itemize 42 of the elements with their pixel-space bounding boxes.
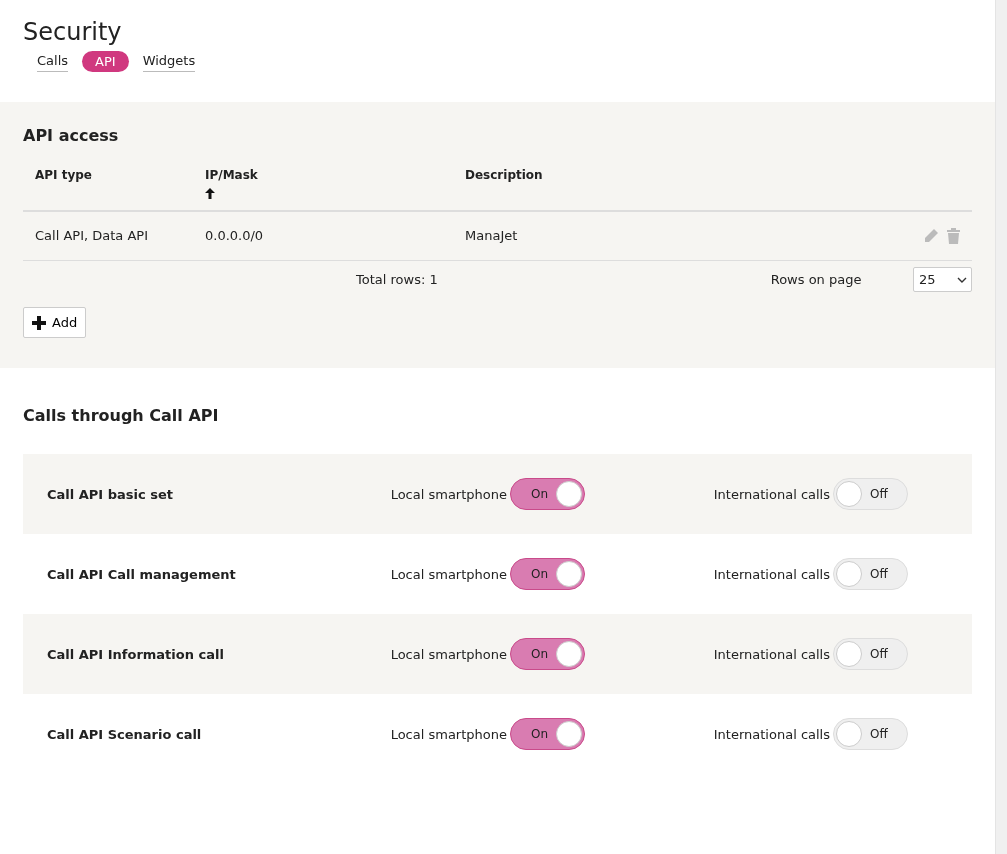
table-cell-text: Call API, Data API (34, 227, 149, 246)
rows-per-page-select[interactable]: 25 (913, 267, 972, 293)
toggle-label: International calls (713, 645, 830, 664)
toggle-switch[interactable]: On (510, 558, 585, 591)
setting-name: Call API Call management (47, 565, 237, 584)
setting-name: Call API Scenario call (47, 725, 203, 744)
add-button[interactable]: Add (23, 306, 87, 339)
toggle-label: International calls (713, 725, 830, 744)
setting-name: Call API basic set (47, 485, 174, 504)
toggle-switch[interactable]: On (510, 638, 585, 671)
toggle-label: Local smartphone (390, 725, 507, 744)
tab[interactable]: Calls (37, 51, 69, 72)
toggle-switch[interactable]: Off (833, 718, 908, 751)
toggle-label: International calls (713, 565, 830, 584)
pencil-icon[interactable] (923, 228, 939, 245)
toggle-switch[interactable]: Off (833, 478, 908, 511)
plus-icon (32, 315, 46, 330)
column-header[interactable]: API type (35, 166, 92, 185)
toggle-switch[interactable]: On (510, 718, 585, 751)
table-cell-text: 0.0.0.0/0 (204, 227, 265, 246)
section-title: Calls through Call API (23, 405, 220, 428)
total-rows-text: Total rows: 1 (356, 271, 438, 290)
section-title: API access (23, 125, 120, 148)
toggle-label: Local smartphone (390, 645, 507, 664)
column-header[interactable]: Description (465, 166, 543, 185)
setting-name: Call API Information call (47, 645, 225, 664)
trash-icon[interactable] (947, 228, 960, 245)
column-header[interactable]: IP/Mask (205, 166, 258, 185)
rows-on-page-label: Rows on page (770, 271, 862, 290)
tab[interactable]: API (82, 50, 129, 73)
sort-arrow-icon[interactable] (205, 188, 215, 200)
toggle-label: Local smartphone (390, 485, 507, 504)
chevron-down-icon (957, 276, 967, 283)
toggle-label: Local smartphone (390, 565, 507, 584)
scrollbar-track[interactable] (995, 0, 1007, 854)
toggle-switch[interactable]: Off (833, 558, 908, 591)
table-cell-text: ManaJet (464, 227, 519, 246)
toggle-switch[interactable]: On (510, 478, 585, 511)
page-title: Security (23, 18, 123, 47)
tab[interactable]: Widgets (142, 51, 196, 72)
toggle-label: International calls (713, 485, 830, 504)
toggle-switch[interactable]: Off (833, 638, 908, 671)
